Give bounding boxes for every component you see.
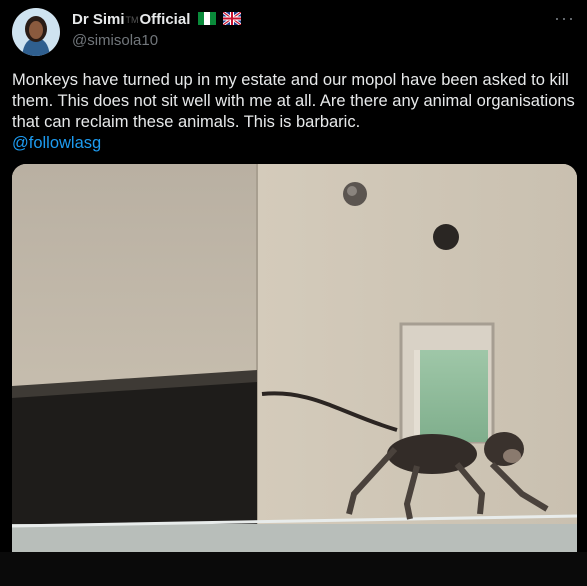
monkey-photo — [12, 164, 577, 552]
tweet-body: Monkeys have turned up in my estate and … — [12, 71, 575, 131]
tweet-header: Dr SimiTMOfficial @simisola10 ··· — [12, 8, 575, 58]
author-name-part2: Official — [139, 11, 191, 28]
avatar[interactable] — [12, 8, 60, 56]
uk-flag-icon — [222, 12, 241, 25]
tweet-photo[interactable] — [12, 164, 577, 552]
avatar-image — [12, 8, 60, 56]
author-name[interactable]: Dr SimiTMOfficial — [72, 11, 241, 28]
more-options-icon[interactable]: ··· — [554, 8, 575, 29]
tweet-text: Monkeys have turned up in my estate and … — [12, 70, 578, 154]
bottom-bar — [0, 552, 587, 586]
mention-link[interactable]: @followlasg — [12, 133, 578, 154]
trademark-mark: TM — [125, 15, 139, 26]
nigeria-flag-icon — [197, 12, 216, 25]
author-name-part1: Dr Simi — [72, 11, 125, 28]
author-handle[interactable]: @simisola10 — [72, 32, 158, 49]
